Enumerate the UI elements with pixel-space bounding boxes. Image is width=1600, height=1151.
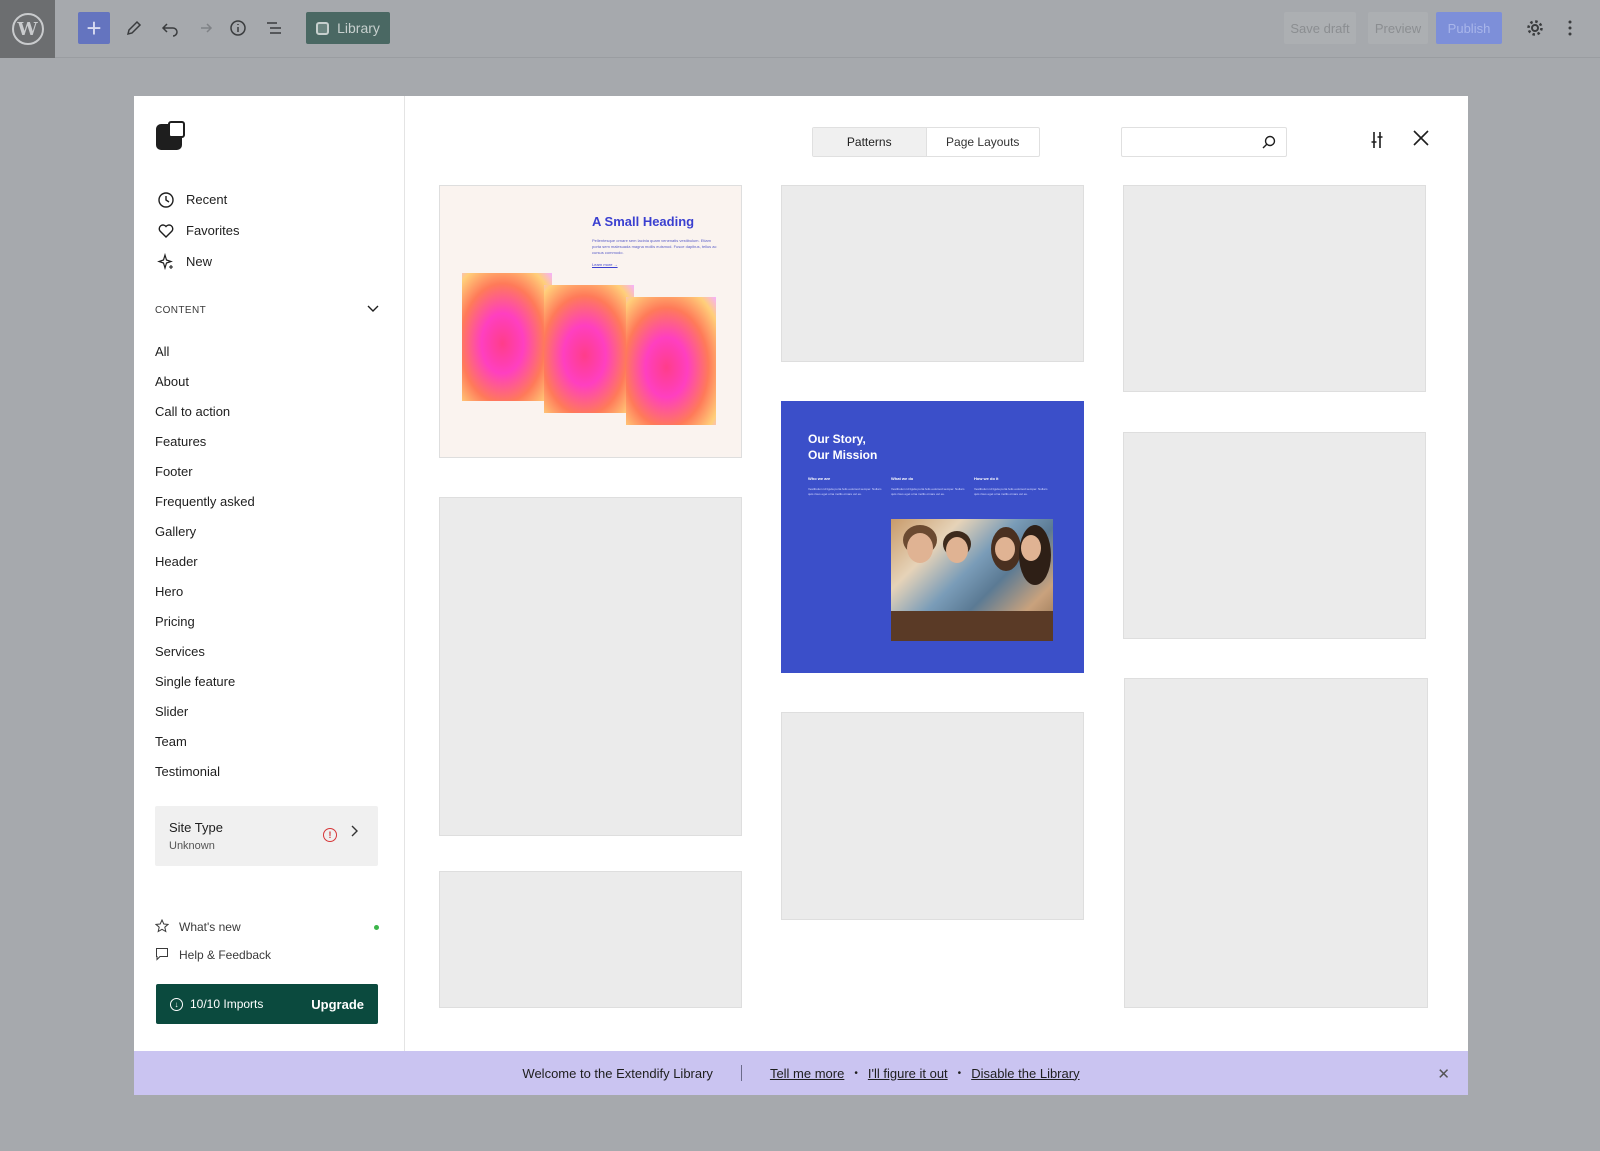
library-button[interactable]: Library (306, 12, 390, 44)
pattern-card-placeholder[interactable] (1123, 432, 1426, 639)
column-title: What we do (891, 476, 914, 481)
gradient-image (626, 297, 716, 425)
chevron-down-icon (367, 305, 379, 316)
category-all[interactable]: All (155, 336, 255, 366)
divider (740, 1065, 742, 1081)
bullet-separator: • (957, 1067, 962, 1079)
library-type-tabs: Patterns Page Layouts (812, 127, 1040, 157)
card-text: Pellentesque ornare sem lacinia quam ven… (592, 238, 717, 255)
column-text: Vestibulum id ligula porta felis euismod… (808, 487, 882, 496)
imports-count: 10/10 Imports (190, 997, 264, 1011)
gradient-image (544, 285, 634, 413)
category-about[interactable]: About (155, 366, 255, 396)
save-draft-button[interactable]: Save draft (1284, 12, 1356, 44)
list-view-icon[interactable] (262, 12, 286, 44)
editor-toolbar: W + Library Save draft Preview Publish (0, 0, 1600, 58)
sidebar-item-recent[interactable]: Recent (156, 184, 239, 215)
site-type-value: Unknown (169, 840, 215, 852)
column-text: Vestibulum id ligula porta felis euismod… (974, 487, 1048, 496)
disable-library-link[interactable]: Disable the Library (971, 1066, 1079, 1081)
pattern-card-placeholder[interactable] (439, 871, 742, 1008)
category-testimonial[interactable]: Testimonial (155, 756, 255, 786)
welcome-text: Welcome to the Extendify Library (522, 1065, 713, 1081)
column-title: Who we are (808, 476, 831, 481)
heart-icon (156, 221, 176, 241)
sidebar-item-favorites[interactable]: Favorites (156, 215, 239, 246)
filter-sliders-icon[interactable] (1368, 131, 1386, 149)
preview-button[interactable]: Preview (1368, 12, 1428, 44)
pattern-card-placeholder[interactable] (439, 497, 742, 836)
warning-icon: ! (323, 828, 337, 842)
pattern-card-placeholder[interactable] (1123, 185, 1426, 392)
search-box (1121, 127, 1287, 157)
category-hero[interactable]: Hero (155, 576, 255, 606)
tell-me-more-link[interactable]: Tell me more (770, 1066, 844, 1081)
add-block-button[interactable]: + (78, 12, 110, 44)
category-list: All About Call to action Features Footer… (155, 336, 255, 786)
library-icon (316, 21, 330, 35)
category-single-feature[interactable]: Single feature (155, 666, 255, 696)
imports-upgrade-button[interactable]: ↓ 10/10 Imports Upgrade (156, 984, 378, 1024)
tab-patterns[interactable]: Patterns (813, 128, 927, 156)
pattern-card-placeholder[interactable] (781, 712, 1084, 920)
close-icon[interactable] (1412, 129, 1432, 149)
bullet-separator: • (854, 1067, 858, 1079)
category-features[interactable]: Features (155, 426, 255, 456)
edit-pencil-icon[interactable] (122, 12, 146, 44)
publish-button[interactable]: Publish (1436, 12, 1502, 44)
redo-icon[interactable] (192, 12, 216, 44)
upgrade-label: Upgrade (311, 996, 364, 1012)
column-title: How we do it (974, 476, 999, 481)
search-icon[interactable] (1262, 135, 1276, 149)
team-photo (891, 519, 1053, 641)
chevron-right-icon (351, 824, 359, 842)
wordpress-logo-icon[interactable]: W (0, 0, 55, 58)
card-heading: Our Story, Our Mission (808, 432, 878, 462)
card-link: Learn more → (592, 262, 618, 267)
category-call-to-action[interactable]: Call to action (155, 396, 255, 426)
close-notice-icon[interactable]: ✕ (1437, 1065, 1450, 1083)
content-section-toggle[interactable]: CONTENT (155, 305, 379, 316)
category-services[interactable]: Services (155, 636, 255, 666)
column-text: Vestibulum id ligula porta felis euismod… (891, 487, 965, 496)
undo-icon[interactable] (158, 12, 182, 44)
clock-icon (156, 190, 176, 210)
gradient-image (462, 273, 552, 401)
site-type-button[interactable]: Site Type Unknown ! (155, 806, 378, 866)
category-footer[interactable]: Footer (155, 456, 255, 486)
sidebar-bottom-links: What's new Help & Feedback (154, 913, 379, 969)
category-gallery[interactable]: Gallery (155, 516, 255, 546)
download-icon: ↓ (170, 997, 183, 1011)
sparkle-icon (156, 252, 176, 272)
whats-new-link[interactable]: What's new (154, 913, 379, 941)
new-indicator-dot (374, 924, 379, 930)
tab-page-layouts[interactable]: Page Layouts (927, 128, 1040, 156)
sidebar-top-nav: Recent Favorites New (156, 184, 239, 277)
welcome-notice-bar: Welcome to the Extendify Library Tell me… (134, 1051, 1468, 1095)
settings-gear-icon[interactable] (1523, 12, 1547, 44)
more-options-icon[interactable] (1560, 12, 1580, 44)
pattern-card-placeholder[interactable] (781, 185, 1084, 362)
star-icon (154, 918, 170, 936)
category-frequently-asked[interactable]: Frequently asked (155, 486, 255, 516)
comment-icon (155, 947, 169, 964)
card-heading: A Small Heading (592, 214, 695, 229)
category-team[interactable]: Team (155, 726, 255, 756)
pattern-card-small-heading[interactable]: A Small Heading Pellentesque ornare sem … (439, 185, 742, 458)
figure-it-out-link[interactable]: I'll figure it out (868, 1066, 948, 1081)
pattern-card-placeholder[interactable] (1124, 678, 1428, 1008)
library-modal: Recent Favorites New CONTENT All About C… (134, 96, 1468, 1095)
sidebar-item-new[interactable]: New (156, 246, 239, 277)
search-input[interactable] (1128, 129, 1258, 155)
category-slider[interactable]: Slider (155, 696, 255, 726)
info-icon[interactable] (226, 12, 250, 44)
category-pricing[interactable]: Pricing (155, 606, 255, 636)
help-feedback-link[interactable]: Help & Feedback (155, 941, 379, 969)
library-sidebar: Recent Favorites New CONTENT All About C… (134, 96, 405, 1051)
extendify-logo-icon (156, 121, 185, 150)
category-header[interactable]: Header (155, 546, 255, 576)
pattern-card-our-story[interactable]: Our Story, Our Mission Who we are Vestib… (781, 401, 1084, 673)
